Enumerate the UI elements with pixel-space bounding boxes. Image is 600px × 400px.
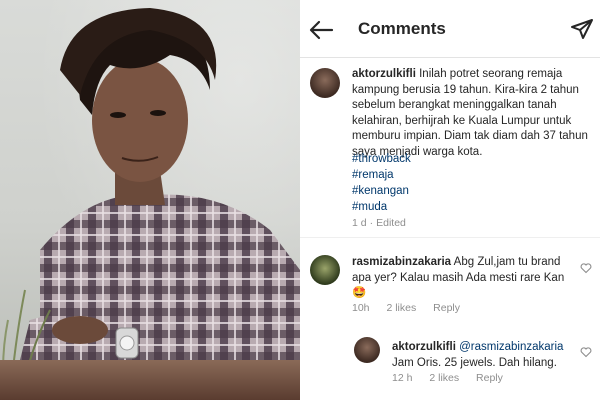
avatar[interactable] — [354, 337, 380, 363]
divider — [300, 237, 600, 238]
hashtag-link[interactable]: #throwback — [352, 153, 411, 165]
reply-button[interactable]: Reply — [433, 302, 460, 314]
comment-time: 10h — [352, 302, 370, 314]
paper-plane-icon[interactable] — [570, 17, 594, 41]
comments-header: Comments — [300, 0, 600, 58]
caption-time: 1 d — [352, 217, 367, 229]
likes-count[interactable]: 2 likes — [429, 372, 459, 384]
heart-icon[interactable] — [580, 262, 592, 274]
caption-meta: 1 d · Edited — [352, 217, 406, 229]
comment-username[interactable]: rasmizabinzakaria — [352, 256, 451, 268]
avatar[interactable] — [310, 255, 340, 285]
comment-meta: 12 h 2 likes Reply — [392, 372, 517, 384]
comment-username[interactable]: aktorzulkifli — [392, 341, 456, 353]
comment-text: rasmizabinzakaria Abg Zul,jam tu brand a… — [352, 255, 572, 302]
comment-text: aktorzulkifli @rasmizabinzakaria Jam Ori… — [392, 340, 592, 371]
caption-username[interactable]: aktorzulkifli — [352, 68, 416, 80]
heart-icon[interactable] — [580, 346, 592, 358]
comment-time: 12 h — [392, 372, 413, 384]
avatar[interactable] — [310, 68, 340, 98]
post-photo — [0, 0, 300, 400]
mention-link[interactable]: @rasmizabinzakaria — [459, 341, 563, 353]
comment-body: Jam Oris. 25 jewels. Dah hilang. — [392, 356, 557, 369]
caption: aktorzulkifli Inilah potret seorang rema… — [352, 67, 592, 160]
hashtag-link[interactable]: #muda — [352, 201, 387, 213]
comment-meta: 10h 2 likes Reply — [352, 302, 474, 314]
hashtag-link[interactable]: #remaja — [352, 169, 394, 181]
caption-text: Inilah potret seorang remaja kampung ber… — [352, 68, 588, 158]
page-title: Comments — [358, 19, 446, 38]
reply-button[interactable]: Reply — [476, 372, 503, 384]
caption-edited: Edited — [376, 217, 406, 229]
arrow-left-icon[interactable] — [308, 18, 334, 42]
hashtag-link[interactable]: #kenangan — [352, 185, 409, 197]
ledge — [0, 360, 300, 400]
likes-count[interactable]: 2 likes — [386, 302, 416, 314]
